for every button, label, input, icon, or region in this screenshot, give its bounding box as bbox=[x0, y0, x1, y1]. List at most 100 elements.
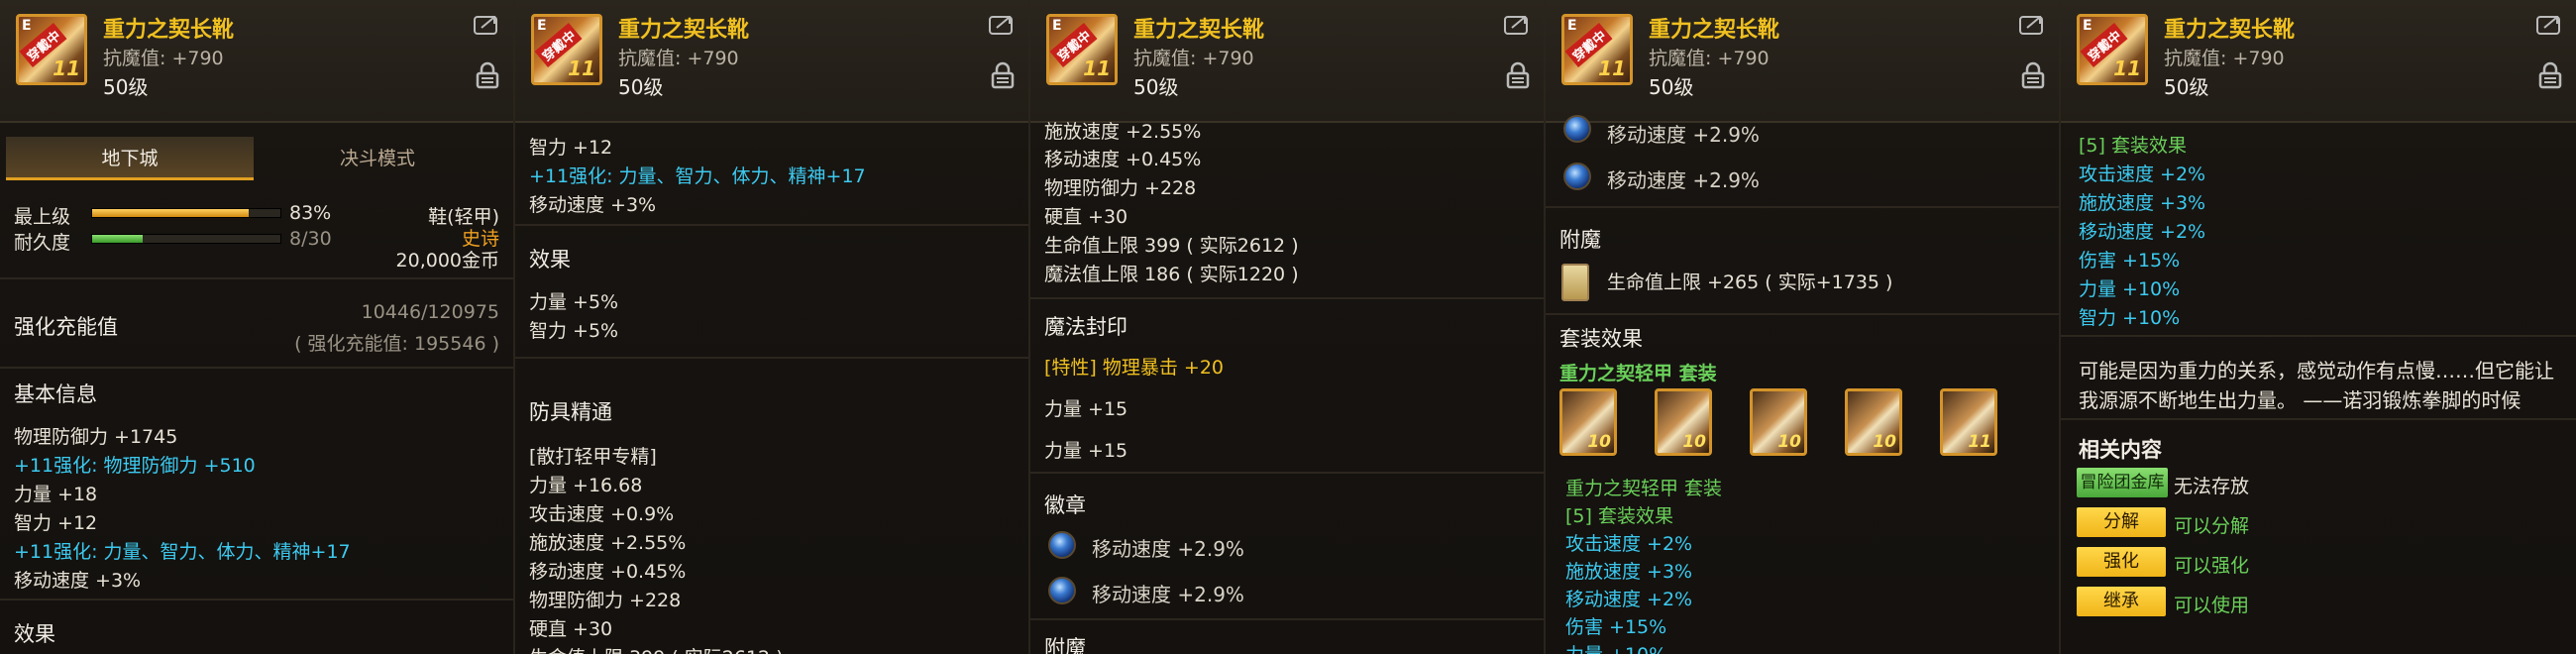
stat-line: 智力 +12 bbox=[529, 137, 613, 159]
item-icon: E 穿戴中 11 bbox=[531, 14, 602, 85]
enchant-title: 附魔 bbox=[1044, 636, 1086, 654]
tab-duel[interactable]: 决斗模式 bbox=[254, 137, 501, 180]
item-icon: E 穿戴中 11 bbox=[2077, 14, 2148, 85]
set-piece-level: 10 bbox=[1682, 432, 1706, 452]
lock-icon[interactable] bbox=[2538, 61, 2562, 89]
set-name: 重力之契轻甲 套装 bbox=[1565, 478, 1723, 499]
enchant-title: 附魔 bbox=[1559, 228, 1601, 252]
item-level: 50级 bbox=[103, 75, 149, 99]
vault-text: 无法存放 bbox=[2174, 476, 2250, 497]
action-text: 可以分解 bbox=[2174, 515, 2250, 537]
item-level: 50级 bbox=[618, 75, 664, 99]
tooltip-panel-4: E 穿戴中 11 重力之契长靴 抗魔值: +790 50级 移动速度 +2.9%… bbox=[1546, 0, 2061, 654]
mode-tabs: 地下城 决斗模式 bbox=[6, 137, 501, 180]
item-name: 重力之契长靴 bbox=[618, 18, 750, 43]
lock-icon[interactable] bbox=[991, 61, 1015, 89]
enchant-line: 生命值上限 +265 ( 实际+1735 ) bbox=[1607, 272, 1893, 293]
set-piece-level: 10 bbox=[1873, 432, 1896, 452]
action-text: 可以使用 bbox=[2174, 595, 2250, 616]
set-effect-line: 伤害 +15% bbox=[2079, 250, 2181, 272]
seal-line: [特性] 物理暴击 +20 bbox=[1044, 357, 1225, 379]
item-level: 50级 bbox=[1133, 75, 1179, 99]
divider bbox=[1030, 472, 1544, 474]
set-effect-line: 攻击速度 +2% bbox=[2079, 164, 2206, 185]
set-effect-line: 伤害 +15% bbox=[1565, 616, 1667, 638]
item-icon: E 穿戴中 11 bbox=[1561, 14, 1633, 85]
set-piece-icon[interactable]: 10 bbox=[1559, 388, 1617, 456]
divider bbox=[2061, 335, 2576, 337]
enhance-level: 11 bbox=[1083, 56, 1111, 80]
divider bbox=[0, 367, 513, 369]
item-name: 重力之契长靴 bbox=[1133, 18, 1265, 43]
stat-line: +11强化: 力量、智力、体力、精神+17 bbox=[529, 165, 866, 187]
item-level: 50级 bbox=[1649, 75, 1694, 99]
lock-icon[interactable] bbox=[1506, 61, 1530, 89]
item-stat: 抗魔值: +790 bbox=[103, 48, 224, 69]
grade-label: E bbox=[1567, 18, 1577, 34]
stat-line: 移动速度 +3% bbox=[14, 570, 142, 592]
divider bbox=[1546, 313, 2059, 315]
share-icon[interactable] bbox=[474, 14, 499, 36]
share-icon[interactable] bbox=[2019, 14, 2045, 36]
mastery-line: 硬直 +30 bbox=[529, 618, 613, 640]
emblem-line: 移动速度 +2.9% bbox=[1092, 583, 1244, 606]
enhance-button[interactable]: 强化 bbox=[2077, 547, 2166, 577]
item-header: E 穿戴中 11 重力之契长靴 抗魔值: +790 50级 bbox=[515, 0, 1028, 123]
seal-line: 力量 +15 bbox=[1044, 440, 1128, 462]
charge-value: 10446/120975 bbox=[361, 301, 499, 323]
stat-line: 智力 +12 bbox=[14, 512, 98, 534]
basic-info-title: 基本信息 bbox=[14, 382, 97, 406]
mastery-title: 防具精通 bbox=[529, 400, 612, 424]
stat-line: 魔法值上限 186 ( 实际1220 ) bbox=[1044, 264, 1299, 285]
inherit-button[interactable]: 继承 bbox=[2077, 587, 2166, 616]
share-icon[interactable] bbox=[989, 14, 1015, 36]
item-stat: 抗魔值: +790 bbox=[1649, 48, 1770, 69]
effect-line: 力量 +5% bbox=[529, 291, 619, 313]
price: 20,000金币 bbox=[395, 250, 499, 272]
mastery-line: 移动速度 +0.45% bbox=[529, 561, 687, 583]
emblem-orb-icon bbox=[1048, 577, 1076, 604]
seal-title: 魔法封印 bbox=[1044, 315, 1127, 339]
disassemble-button[interactable]: 分解 bbox=[2077, 507, 2166, 537]
stat-line: 移动速度 +3% bbox=[529, 194, 657, 216]
item-header: E 穿戴中 11 重力之契长靴 抗魔值: +790 50级 bbox=[0, 0, 513, 123]
stat-line: 施放速度 +2.55% bbox=[1044, 121, 1202, 143]
share-icon[interactable] bbox=[1504, 14, 1530, 36]
tooltip-panel-1: E 穿戴中 11 重力之契长靴 抗魔值: +790 50级 地下城 决斗模式 最… bbox=[0, 0, 515, 654]
emblem-title: 徽章 bbox=[1044, 493, 1086, 517]
stat-line: 生命值上限 399 ( 实际2612 ) bbox=[1044, 235, 1299, 257]
max-level-bar bbox=[91, 208, 281, 218]
set-piece-icon[interactable]: 10 bbox=[1845, 388, 1902, 456]
set-effect-line: 智力 +10% bbox=[2079, 307, 2181, 329]
emblem-line: 移动速度 +2.9% bbox=[1607, 123, 1760, 147]
set-piece-icon[interactable]: 11 bbox=[1940, 388, 1997, 456]
grade-label: E bbox=[1052, 18, 1062, 34]
effect-title: 效果 bbox=[529, 248, 571, 272]
set-effect-line: 施放速度 +3% bbox=[2079, 192, 2206, 214]
set-piece-icon[interactable]: 10 bbox=[1750, 388, 1807, 456]
durability-value: 8/30 bbox=[289, 228, 332, 250]
item-header: E 穿戴中 11 重力之契长靴 抗魔值: +790 50级 bbox=[2061, 0, 2576, 123]
set-effect-line: 施放速度 +3% bbox=[1565, 561, 1693, 583]
effect-line: 智力 +5% bbox=[529, 320, 619, 342]
seal-line: 力量 +15 bbox=[1044, 398, 1128, 420]
enhance-level: 11 bbox=[1598, 56, 1626, 80]
share-icon[interactable] bbox=[2536, 14, 2562, 36]
charge-label: 强化充能值 bbox=[14, 315, 118, 339]
max-level-label: 最上级 bbox=[14, 206, 71, 228]
set-piece-icon[interactable]: 10 bbox=[1655, 388, 1712, 456]
item-stat: 抗魔值: +790 bbox=[618, 48, 739, 69]
lock-icon[interactable] bbox=[2021, 61, 2045, 89]
enchant-card-icon bbox=[1561, 264, 1589, 301]
emblem-orb-icon bbox=[1563, 115, 1591, 143]
vault-badge: 冒险团金库 bbox=[2077, 468, 2168, 497]
mastery-line: 物理防御力 +228 bbox=[529, 590, 682, 611]
item-stat: 抗魔值: +790 bbox=[1133, 48, 1254, 69]
divider bbox=[1546, 206, 2059, 208]
emblem-orb-icon bbox=[1563, 163, 1591, 190]
lock-icon[interactable] bbox=[476, 61, 499, 89]
divider bbox=[1030, 297, 1544, 299]
flavor-text: 可能是因为重力的关系，感觉动作有点慢……但它能让 bbox=[2079, 359, 2554, 382]
grade-label: E bbox=[537, 18, 547, 34]
tab-dungeon[interactable]: 地下城 bbox=[6, 137, 254, 180]
